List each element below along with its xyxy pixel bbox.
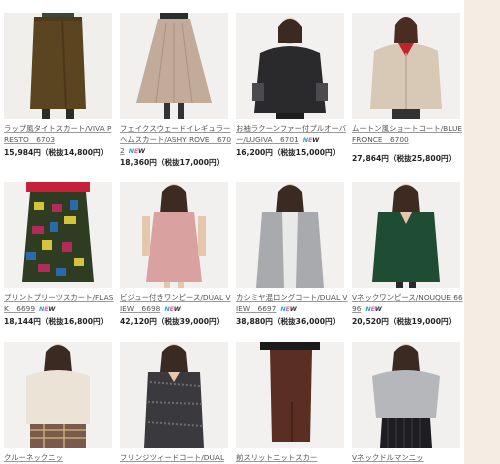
product-image[interactable] bbox=[4, 342, 112, 448]
product-price: 15,984円（税抜14,800円） bbox=[4, 148, 109, 157]
product-image[interactable] bbox=[236, 182, 344, 288]
new-badge: NEW bbox=[128, 147, 145, 155]
product-image[interactable] bbox=[4, 182, 112, 288]
new-badge: NEW bbox=[39, 305, 56, 313]
product-title[interactable]: フリンジツィードコート/DUAL bbox=[120, 452, 232, 463]
product-title[interactable]: クルーネックニッ bbox=[4, 452, 116, 463]
product-image[interactable] bbox=[352, 13, 460, 119]
product-title[interactable]: Vネックワンピース/NOUQUE 6696 NEW bbox=[352, 292, 464, 315]
product-image[interactable] bbox=[236, 13, 344, 119]
product-image[interactable] bbox=[120, 13, 228, 119]
product-price: 18,360円（税抜17,000円） bbox=[120, 158, 225, 167]
product-image[interactable] bbox=[120, 182, 228, 288]
product-title[interactable]: ビジュー付きワンピース/DUAL VIEW 6698 NEW bbox=[120, 292, 232, 315]
product-title[interactable]: フェイクスウェードイレギュラーヘムスカート/ASHY ROVE 6702 NEW bbox=[120, 123, 232, 157]
product-price: 16,200円（税抜15,000円） bbox=[236, 148, 341, 157]
new-badge: NEW bbox=[365, 305, 382, 313]
product-image[interactable] bbox=[352, 182, 460, 288]
product-title[interactable]: ムートン風ショートコート/BLUE FRONCE 6700 bbox=[352, 123, 464, 145]
new-badge: NEW bbox=[280, 305, 297, 313]
product-title[interactable]: お袖ラクーンファー付プルオーバー/LUGIVA 6701 NEW bbox=[236, 123, 348, 146]
product-price: 18,144円（税抜16,800円） bbox=[4, 317, 109, 326]
product-image[interactable] bbox=[352, 342, 460, 448]
product-title[interactable]: プリントプリーツスカート/FLASK 6699 NEW bbox=[4, 292, 116, 315]
product-title[interactable]: ラップ風タイトスカート/VIVA PRESTO 6703 bbox=[4, 123, 116, 145]
product-title[interactable]: カシミヤ混ロングコート/DUAL VIEW 6697 NEW bbox=[236, 292, 348, 315]
product-grid: ラップ風タイトスカート/VIVA PRESTO 6703 15,984円（税抜1… bbox=[0, 0, 464, 464]
new-badge: NEW bbox=[302, 136, 319, 144]
product-price: 20,520円（税抜19,000円） bbox=[352, 317, 457, 326]
product-image[interactable] bbox=[120, 342, 228, 448]
product-image[interactable] bbox=[236, 342, 344, 448]
page-side-margin bbox=[464, 0, 500, 464]
product-price: 38,880円（税抜36,000円） bbox=[236, 317, 341, 326]
product-image[interactable] bbox=[4, 13, 112, 119]
product-title[interactable]: Vネックドルマンニッ bbox=[352, 452, 464, 463]
product-title[interactable]: 前スリットニットスカー bbox=[236, 452, 348, 463]
new-badge: NEW bbox=[164, 305, 181, 313]
product-price: 27,864円（税抜25,800円） bbox=[352, 154, 457, 163]
product-price: 42,120円（税抜39,000円） bbox=[120, 317, 225, 326]
